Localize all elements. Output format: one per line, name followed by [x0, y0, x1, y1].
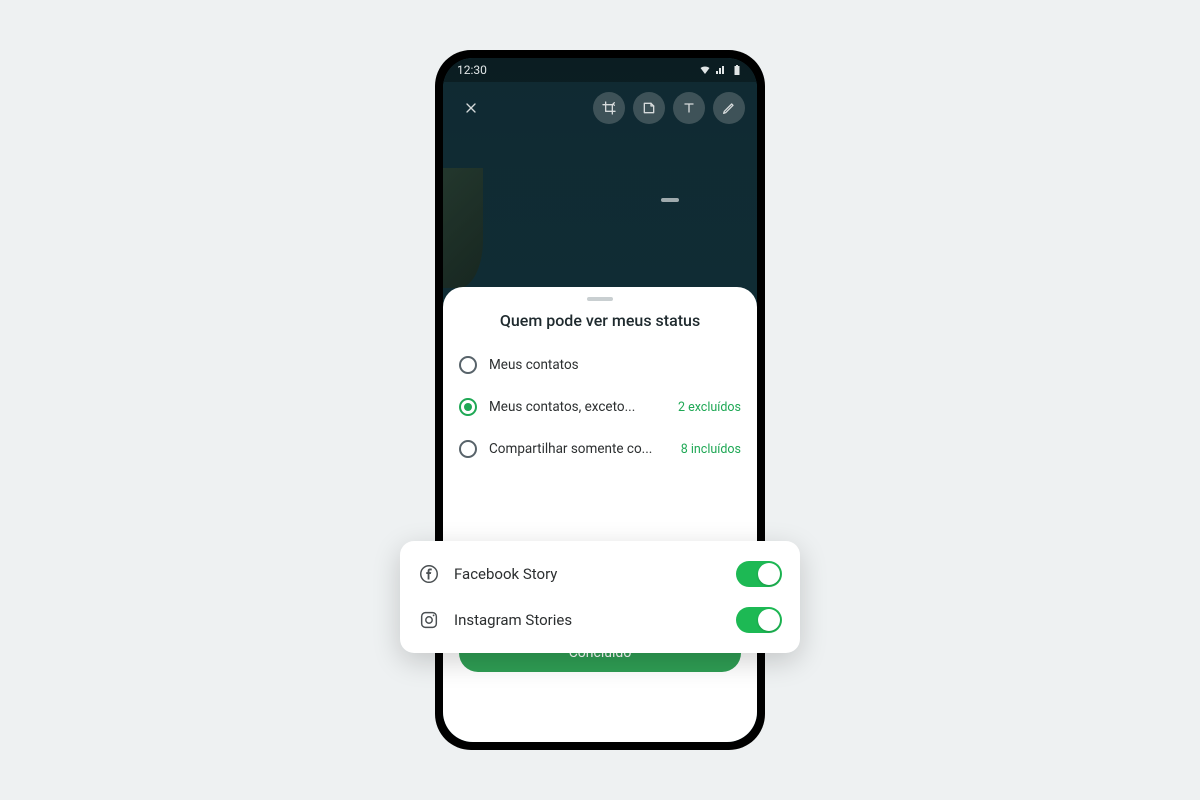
draw-button[interactable]	[713, 92, 745, 124]
wifi-icon	[699, 64, 711, 76]
sticker-icon	[641, 100, 657, 116]
radio-icon	[459, 440, 477, 458]
instagram-stories-label: Instagram Stories	[454, 611, 722, 629]
privacy-options: Meus contatos Meus contatos, exceto... 2…	[443, 344, 757, 470]
option-label: Meus contatos	[489, 357, 741, 373]
option-share-only-with[interactable]: Compartilhar somente co... 8 incluídos	[459, 428, 741, 470]
crop-rotate-icon	[601, 100, 617, 116]
facebook-story-toggle[interactable]	[736, 561, 782, 587]
background-cliff	[443, 168, 483, 288]
sticker-button[interactable]	[633, 92, 665, 124]
close-icon	[463, 100, 479, 116]
text-button[interactable]	[673, 92, 705, 124]
facebook-icon	[418, 563, 440, 585]
option-meta: 8 incluídos	[681, 442, 741, 457]
status-time: 12:30	[457, 63, 487, 77]
option-meta: 2 excluídos	[678, 400, 741, 415]
facebook-story-row[interactable]: Facebook Story	[418, 551, 782, 597]
text-icon	[681, 100, 697, 116]
android-status-bar: 12:30	[443, 58, 757, 82]
privacy-bottom-sheet: Quem pode ver meus status Meus contatos …	[443, 287, 757, 742]
instagram-icon	[418, 609, 440, 631]
radio-icon	[459, 356, 477, 374]
radio-icon	[459, 398, 477, 416]
cross-post-card: Facebook Story Instagram Stories	[400, 541, 800, 653]
status-indicators	[699, 64, 743, 76]
option-label: Meus contatos, exceto...	[489, 399, 666, 415]
crop-rotate-button[interactable]	[593, 92, 625, 124]
editor-toolbar	[443, 82, 757, 124]
pencil-icon	[721, 100, 737, 116]
instagram-stories-toggle[interactable]	[736, 607, 782, 633]
option-label: Compartilhar somente co...	[489, 441, 669, 457]
sheet-title: Quem pode ver meus status	[443, 311, 757, 330]
signal-icon	[715, 64, 727, 76]
close-button[interactable]	[455, 92, 487, 124]
facebook-story-label: Facebook Story	[454, 565, 722, 583]
instagram-stories-row[interactable]: Instagram Stories	[418, 597, 782, 643]
option-contacts-except[interactable]: Meus contatos, exceto... 2 excluídos	[459, 386, 741, 428]
battery-icon	[731, 64, 743, 76]
sheet-handle[interactable]	[587, 297, 613, 301]
option-my-contacts[interactable]: Meus contatos	[459, 344, 741, 386]
